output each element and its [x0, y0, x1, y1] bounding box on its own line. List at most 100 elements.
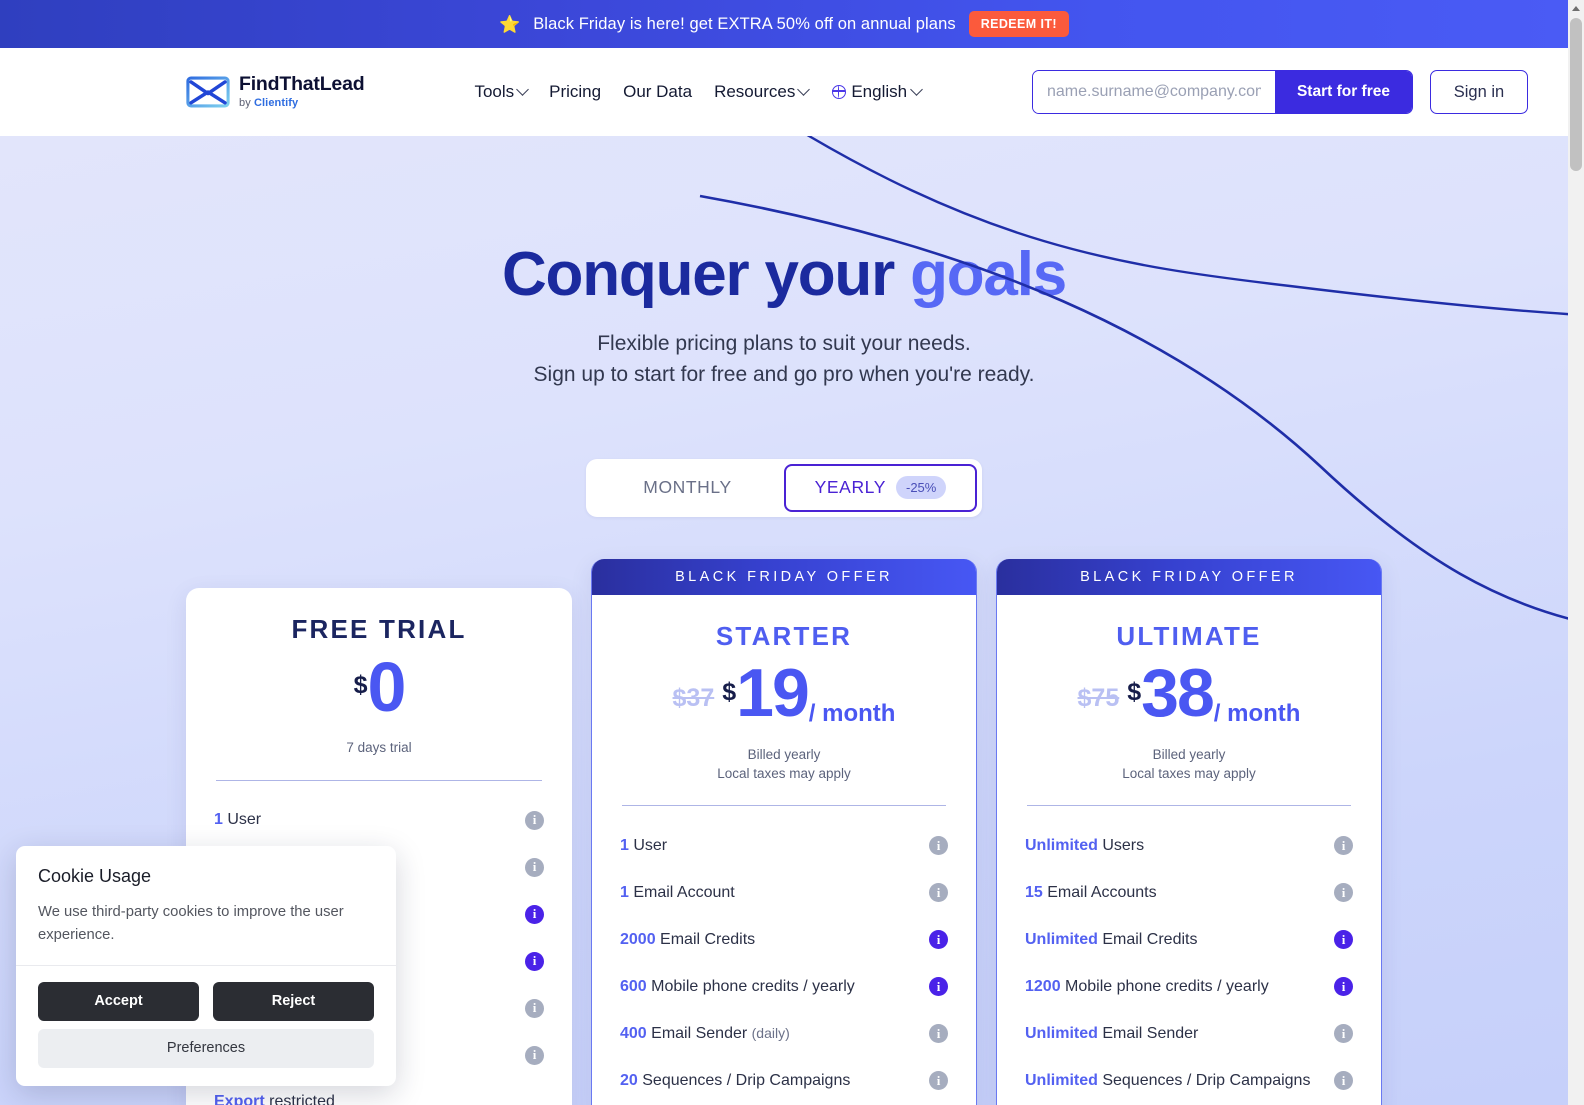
language-selector[interactable]: English — [832, 82, 923, 102]
signup-group: Start for free — [1031, 70, 1413, 114]
info-icon[interactable]: i — [1334, 836, 1353, 856]
globe-icon — [832, 85, 847, 99]
price-currency: $ — [353, 670, 368, 699]
nav-item-resources[interactable]: Resources — [714, 82, 811, 102]
plan-name-ultimate: ULTIMATE — [1116, 620, 1262, 651]
local-taxes-note: Local taxes may apply — [717, 765, 851, 781]
info-icon[interactable]: i — [1334, 1024, 1353, 1044]
redeem-button[interactable]: REDEEM IT! — [968, 10, 1069, 38]
info-icon[interactable]: i — [929, 1024, 948, 1044]
scrollbar-thumb[interactable] — [1570, 18, 1582, 171]
cookie-consent-dialog: Cookie Usage We use third-party cookies … — [16, 846, 396, 1086]
info-icon[interactable]: i — [525, 1045, 544, 1065]
header-actions: Start for free Sign in — [1031, 70, 1528, 114]
black-friday-ribbon: BLACK FRIDAY OFFER — [997, 558, 1381, 595]
feature-label: 15 Email Accounts — [1025, 883, 1157, 901]
scroll-up-arrow-icon[interactable] — [1568, 0, 1584, 16]
info-icon[interactable]: i — [525, 857, 544, 877]
toggle-yearly[interactable]: YEARLY -25% — [784, 463, 977, 512]
nav-item-pricing[interactable]: Pricing — [549, 82, 601, 102]
email-field[interactable] — [1032, 71, 1275, 113]
promo-banner-text: Black Friday is here! get EXTRA 50% off … — [533, 14, 956, 33]
nav-label-tools: Tools — [474, 82, 515, 101]
billed-yearly-note: Billed yearly — [747, 746, 821, 762]
feature-row: 1 User i — [620, 822, 948, 869]
feature-label: 1 Email Account — [620, 883, 735, 901]
info-icon[interactable]: i — [929, 930, 948, 950]
start-for-free-button[interactable]: Start for free — [1274, 71, 1412, 113]
feature-row: 1200 Mobile phone credits / yearly i — [1025, 963, 1353, 1010]
cookie-dialog-title: Cookie Usage — [38, 866, 152, 886]
plan-name-starter: STARTER — [715, 620, 853, 651]
feature-label: 1200 Mobile phone credits / yearly — [1025, 977, 1269, 995]
site-header: FindThatLead by Clientify Tools Pricing … — [0, 48, 1568, 136]
price-amount-ultimate: 38 — [1141, 654, 1215, 731]
feature-label: Unlimited Users — [1025, 836, 1145, 854]
page-scrollbar[interactable] — [1568, 0, 1584, 1105]
free-trial-card-body: FREE TRIAL $ 0 7 days trial — [186, 588, 572, 781]
chevron-down-icon — [797, 82, 811, 96]
accept-cookies-button[interactable]: Accept — [38, 981, 199, 1021]
info-icon[interactable]: i — [525, 904, 544, 924]
logo-findthatlead[interactable]: FindThatLead by Clientify — [186, 73, 365, 109]
price-period-ultimate: / month — [1213, 699, 1301, 727]
feature-row: 20 Sequences / Drip Campaigns i — [620, 1057, 948, 1104]
nav-item-our-data[interactable]: Our Data — [623, 82, 692, 102]
feature-label: Export restricted — [214, 1093, 335, 1105]
feature-row: Unlimited Email Sender i — [1025, 1010, 1353, 1057]
price-note-ultimate: Billed yearly Local taxes may apply — [1025, 746, 1353, 783]
feature-label: Unlimited Sequences / Drip Campaigns — [1025, 1071, 1311, 1089]
local-taxes-note: Local taxes may apply — [1122, 765, 1256, 781]
black-friday-promo-banner: ⭐ Black Friday is here! get EXTRA 50% of… — [0, 0, 1568, 48]
toggle-monthly-label: MONTHLY — [643, 477, 732, 498]
feature-row: 15 Email Accounts i — [1025, 869, 1353, 916]
old-price-starter: $37 — [672, 683, 715, 712]
chevron-down-icon — [516, 82, 529, 96]
cookie-dialog-header: Cookie Usage — [16, 846, 396, 887]
info-icon[interactable]: i — [929, 1071, 948, 1091]
logo-byline: by Clientify — [239, 96, 299, 109]
hero-title-part1: Conquer your — [501, 240, 911, 309]
nav-label-resources: Resources — [714, 82, 796, 101]
feature-label: Unlimited Email Credits — [1025, 930, 1198, 948]
info-icon[interactable]: i — [525, 951, 544, 971]
plan-name-free-trial: FREE TRIAL — [291, 613, 467, 644]
starter-card-body: STARTER $37 $ 19 / month Billed yearly L… — [592, 595, 976, 807]
feature-row: 600 Mobile phone credits / yearly i — [620, 963, 948, 1010]
sign-in-button[interactable]: Sign in — [1430, 70, 1528, 114]
info-icon[interactable]: i — [929, 836, 948, 856]
info-icon[interactable]: i — [1334, 883, 1353, 903]
toggle-monthly[interactable]: MONTHLY — [591, 464, 784, 512]
reject-cookies-button[interactable]: Reject — [213, 981, 374, 1021]
price-period-starter: / month — [808, 699, 896, 727]
feature-row: 1 Email Account i — [620, 869, 948, 916]
info-icon[interactable]: i — [929, 977, 948, 997]
price-note-free-trial: 7 days trial — [214, 739, 544, 758]
price-note-starter: Billed yearly Local taxes may apply — [620, 746, 948, 783]
cookie-dialog-body: We use third-party cookies to improve th… — [16, 887, 396, 966]
pricing-card-ultimate: BLACK FRIDAY OFFER ULTIMATE $75 $ 38 / m… — [996, 558, 1382, 1105]
black-friday-ribbon: BLACK FRIDAY OFFER — [592, 558, 976, 595]
price-row-free-trial: $ 0 — [214, 652, 544, 733]
info-icon[interactable]: i — [1334, 1071, 1353, 1091]
info-icon[interactable]: i — [1334, 930, 1353, 950]
info-icon[interactable]: i — [525, 810, 544, 830]
feature-list-starter: 1 User i 1 Email Account i 2000 Email Cr… — [592, 806, 976, 1104]
billed-yearly-note: Billed yearly — [1152, 746, 1226, 762]
page-title: Conquer your goals — [0, 242, 1568, 307]
cookie-preferences-button[interactable]: Preferences — [38, 1028, 374, 1068]
nav-label-pricing: Pricing — [549, 82, 602, 101]
price-row-ultimate: $75 $ 38 / month — [1025, 654, 1353, 740]
feature-label: 400 Email Sender (daily) — [620, 1024, 790, 1042]
price-row-starter: $37 $ 19 / month — [620, 659, 948, 740]
chevron-down-icon — [910, 82, 923, 96]
info-icon[interactable]: i — [525, 998, 544, 1018]
old-price-ultimate: $75 — [1077, 683, 1120, 712]
nav-item-tools[interactable]: Tools — [474, 82, 529, 102]
feature-row: Unlimited Users i — [1025, 822, 1353, 869]
billing-toggle-wrap: MONTHLY YEARLY -25% — [0, 458, 1568, 517]
logo-wordmark: FindThatLead — [239, 73, 365, 96]
info-icon[interactable]: i — [1334, 977, 1353, 997]
info-icon[interactable]: i — [929, 883, 948, 903]
browser-viewport: ⭐ Black Friday is here! get EXTRA 50% of… — [0, 0, 1584, 1105]
